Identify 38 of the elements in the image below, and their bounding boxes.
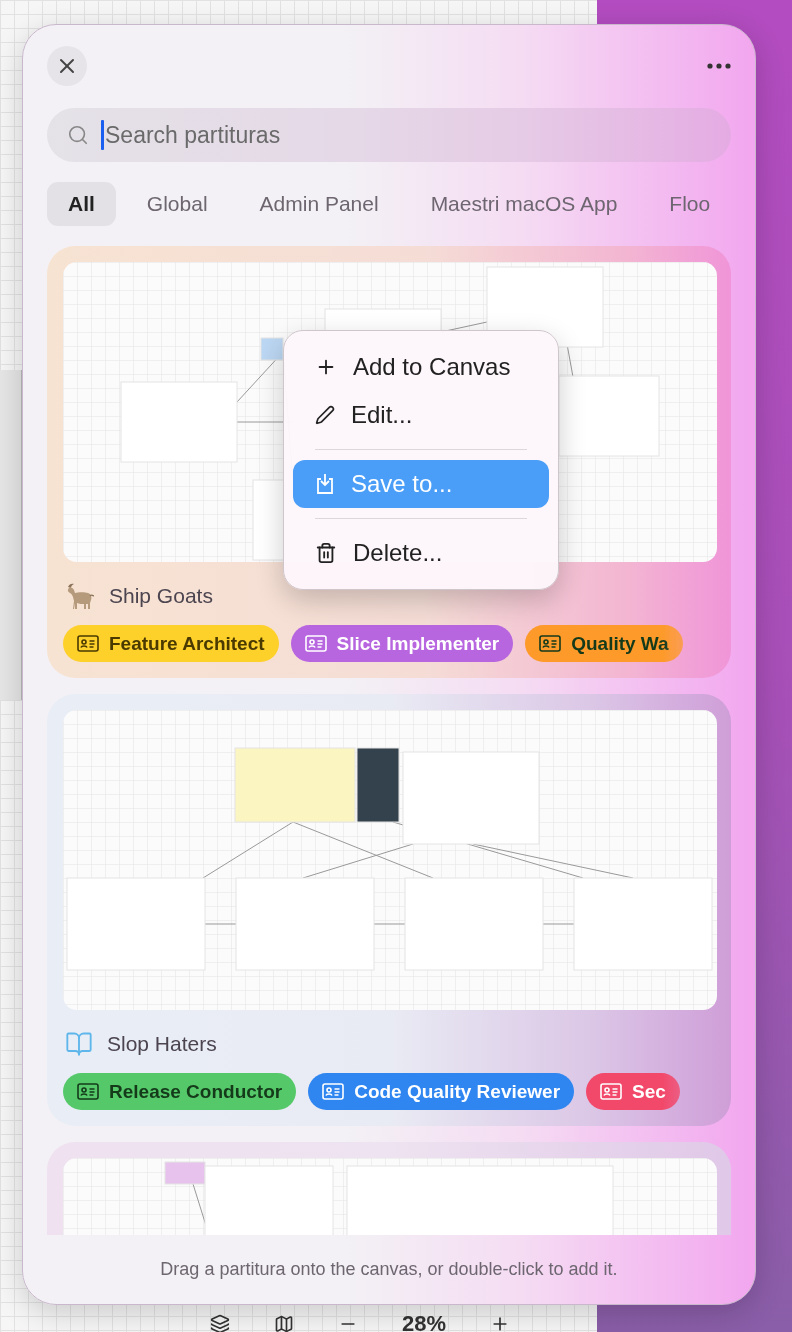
- role-tag-label: Quality Wa: [571, 632, 669, 655]
- id-card-icon: [77, 1083, 99, 1100]
- menu-item[interactable]: Delete...: [293, 529, 549, 577]
- menu-item[interactable]: Add to Canvas: [293, 343, 549, 391]
- text-cursor: [101, 120, 104, 150]
- id-card-icon: [600, 1083, 623, 1100]
- filter-tab[interactable]: Admin Panel: [238, 182, 400, 226]
- book-icon: [65, 1030, 93, 1058]
- search-icon: [67, 124, 89, 146]
- search-field[interactable]: Search partituras: [47, 108, 731, 162]
- map-icon[interactable]: [274, 1314, 294, 1332]
- id-card-icon: [77, 635, 99, 652]
- id-card-icon: [322, 1083, 345, 1100]
- partitura-title: Slop Haters: [107, 1032, 217, 1056]
- role-tag-label: Feature Architect: [109, 632, 265, 655]
- layers-icon[interactable]: [210, 1314, 230, 1332]
- more-icon: [707, 63, 731, 69]
- more-button[interactable]: [707, 63, 731, 69]
- menu-item[interactable]: Edit...: [293, 391, 549, 439]
- role-tag-label: Sec: [632, 1080, 666, 1103]
- hint-text: Drag a partitura onto the canvas, or double-click to add it.: [160, 1259, 618, 1280]
- goat-icon: [65, 582, 95, 610]
- partitura-card[interactable]: Slop Haters Release Conductor Code Quality Reviewer Sec: [47, 694, 731, 1126]
- role-tag-label: Code Quality Reviewer: [354, 1080, 561, 1103]
- id-card-icon: [304, 635, 327, 652]
- role-tag-label: Slice Implementer: [336, 632, 500, 655]
- close-button[interactable]: [47, 46, 87, 86]
- partitura-title: Ship Goats: [109, 584, 213, 608]
- filter-tab[interactable]: Global: [125, 182, 229, 226]
- id-card-icon: [539, 635, 562, 652]
- save-tray-icon: [315, 473, 335, 495]
- zoom-level: 28%: [402, 1315, 447, 1332]
- filter-tab[interactable]: Maestri macOS App: [409, 182, 639, 226]
- filter-tab[interactable]: All: [47, 182, 116, 226]
- pencil-icon: [315, 405, 335, 425]
- diagram-thumbnail[interactable]: [63, 710, 717, 1010]
- role-tag-label: Release Conductor: [109, 1080, 283, 1103]
- trash-icon: [315, 542, 337, 564]
